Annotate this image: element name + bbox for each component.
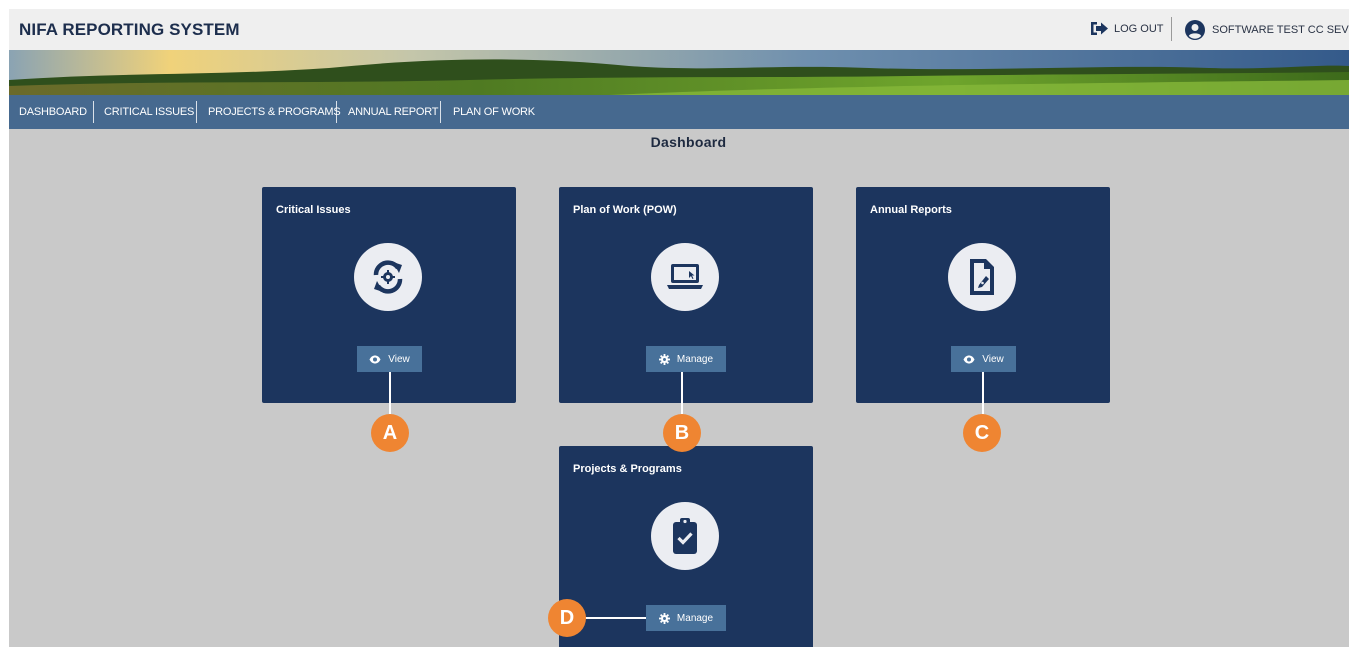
card-title: Projects & Programs bbox=[573, 463, 682, 475]
nav-plan-of-work[interactable]: PLAN OF WORK bbox=[453, 106, 535, 118]
page-title: Dashboard bbox=[650, 134, 727, 150]
logout-label: LOG OUT bbox=[1114, 22, 1164, 35]
callout-line-d bbox=[582, 617, 646, 619]
callout-c: C bbox=[963, 414, 1001, 452]
card-annual-reports: Annual Reports View bbox=[856, 187, 1110, 403]
app-title: NIFA REPORTING SYSTEM bbox=[19, 20, 240, 39]
top-bar: NIFA REPORTING SYSTEM LOG OUT SOFTWARE T… bbox=[9, 9, 1349, 50]
card-title: Plan of Work (POW) bbox=[573, 204, 677, 216]
nav-critical-issues[interactable]: CRITICAL ISSUES bbox=[104, 106, 194, 118]
button-label: View bbox=[388, 353, 410, 365]
card-critical-issues: Critical Issues View bbox=[262, 187, 516, 403]
nav-dashboard[interactable]: DASHBOARD bbox=[19, 106, 87, 118]
manage-plan-of-work-button[interactable]: Manage bbox=[646, 346, 726, 372]
manage-projects-programs-button[interactable]: Manage bbox=[646, 605, 726, 631]
callout-line-a bbox=[389, 372, 391, 414]
sign-out-icon bbox=[1091, 22, 1108, 35]
main-nav: DASHBOARD CRITICAL ISSUES PROJECTS & PRO… bbox=[9, 95, 1349, 129]
callout-line-c bbox=[982, 372, 984, 414]
view-annual-reports-button[interactable]: View bbox=[951, 346, 1016, 372]
callout-line-b bbox=[681, 372, 683, 414]
card-plan-of-work: Plan of Work (POW) Manage bbox=[559, 187, 813, 403]
nav-divider bbox=[196, 101, 197, 123]
eye-icon bbox=[963, 355, 975, 363]
user-menu[interactable]: SOFTWARE TEST CC SEVENTY bbox=[1185, 20, 1349, 40]
eye-icon bbox=[369, 355, 381, 363]
file-signature-icon bbox=[948, 243, 1016, 311]
user-name: SOFTWARE TEST CC SEVENTY bbox=[1212, 24, 1349, 36]
view-critical-issues-button[interactable]: View bbox=[357, 346, 422, 372]
callout-b: B bbox=[663, 414, 701, 452]
callout-d: D bbox=[548, 599, 586, 637]
user-circle-icon bbox=[1185, 20, 1205, 40]
button-label: Manage bbox=[676, 612, 714, 624]
header-divider bbox=[1171, 17, 1172, 41]
nav-divider bbox=[336, 101, 337, 123]
nav-divider bbox=[93, 101, 94, 123]
clipboard-check-icon bbox=[651, 502, 719, 570]
gear-icon bbox=[658, 353, 670, 365]
nav-divider bbox=[440, 101, 441, 123]
callout-a: A bbox=[371, 414, 409, 452]
nav-projects-programs[interactable]: PROJECTS & PROGRAMS bbox=[208, 106, 341, 118]
button-label: View bbox=[982, 353, 1004, 365]
nav-annual-report[interactable]: ANNUAL REPORT bbox=[348, 106, 439, 118]
banner-landscape-image bbox=[9, 50, 1349, 95]
card-title: Critical Issues bbox=[276, 204, 351, 216]
app-frame: NIFA REPORTING SYSTEM LOG OUT SOFTWARE T… bbox=[9, 9, 1349, 647]
button-label: Manage bbox=[676, 353, 714, 365]
gear-icon bbox=[658, 612, 670, 624]
laptop-icon bbox=[651, 243, 719, 311]
sync-gear-icon bbox=[354, 243, 422, 311]
logout-button[interactable]: LOG OUT bbox=[1090, 21, 1164, 36]
card-title: Annual Reports bbox=[870, 204, 952, 216]
